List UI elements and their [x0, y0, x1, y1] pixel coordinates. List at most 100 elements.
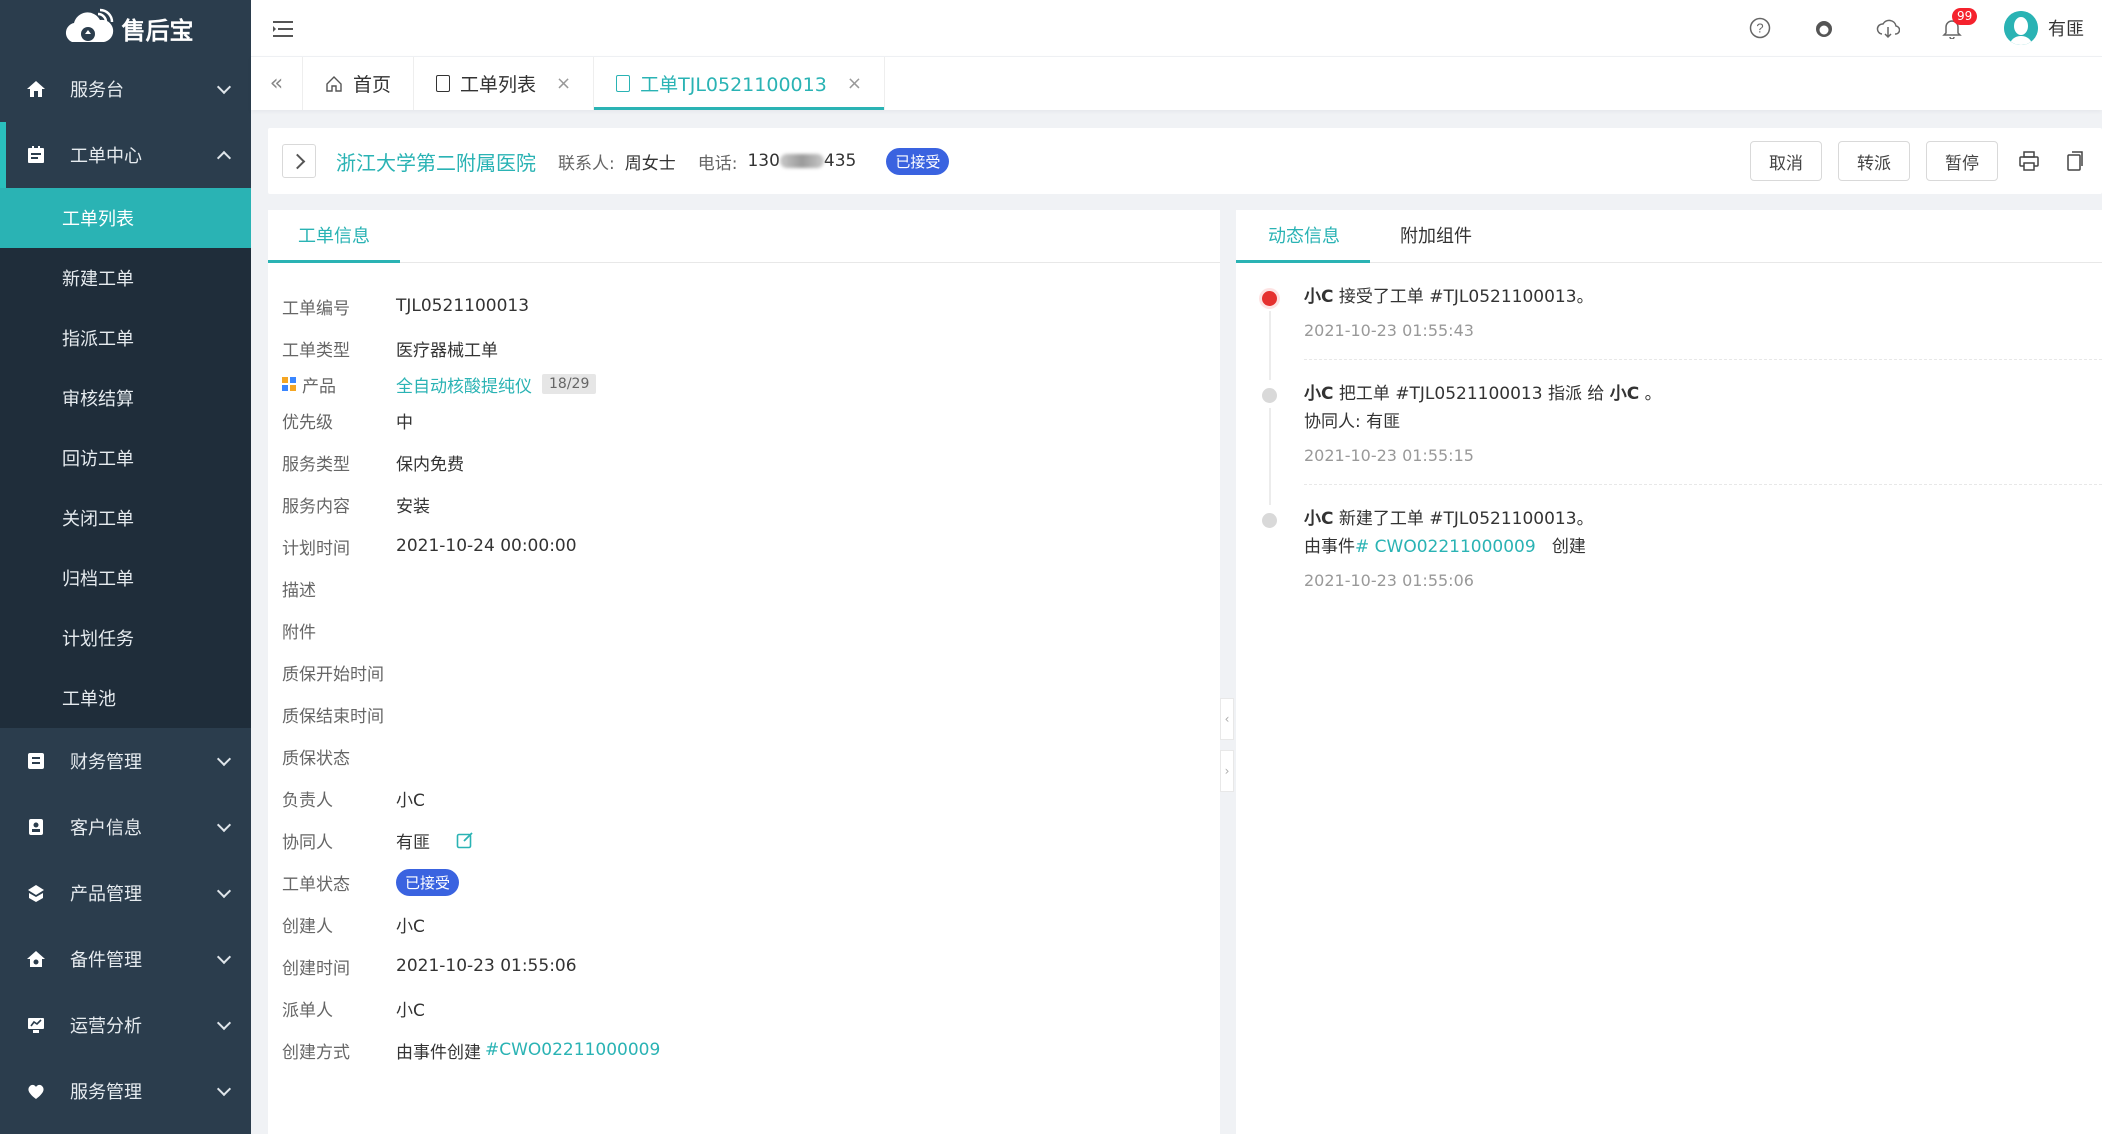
info-tabs: 工单信息 [268, 210, 1220, 263]
timeline-dot [1262, 388, 1277, 403]
support-agent-icon[interactable] [1812, 16, 1836, 40]
timeline-sub: 由事件# CWO02211000009 创建 [1304, 533, 2102, 561]
field-value: 小C [396, 1000, 425, 1021]
ticket-fields: 工单编号 TJL0521100013 工单类型 医疗器械工单 产品 全自动核酸提… [268, 263, 1220, 1071]
timeline-text: 小C 把工单 #TJL0521100013 指派 给 小C 。 [1304, 380, 2102, 408]
transfer-button[interactable]: 转派 [1838, 141, 1910, 181]
tab-ticket-list[interactable]: 工单列表 × [414, 57, 595, 110]
sub-item-review-settlement[interactable]: 审核结算 [0, 368, 251, 428]
nav-service-management[interactable]: 服务管理 [0, 1058, 251, 1124]
chevron-down-icon [216, 751, 232, 767]
field-row-warranty-start: 质保开始时间 [268, 651, 1220, 693]
timeline-actor: 小C [1304, 509, 1334, 529]
chevron-down-icon [216, 79, 232, 95]
activity-tabs: 动态信息 附加组件 [1236, 210, 2102, 263]
nav-analytics[interactable]: 运营分析 [0, 992, 251, 1058]
sub-item-revisit-ticket[interactable]: 回访工单 [0, 428, 251, 488]
nav-label: 服务台 [70, 80, 124, 101]
timeline-tail: 。 [1639, 384, 1662, 404]
sub-item-ticket-pool[interactable]: 工单池 [0, 668, 251, 728]
chevron-down-icon [216, 949, 232, 965]
phone-number: 130 435 [747, 151, 856, 171]
chevron-down-icon [216, 883, 232, 899]
field-value: TJL0521100013 [396, 296, 530, 316]
field-label: 工单类型 [282, 340, 350, 361]
timeline-dot [1262, 513, 1277, 528]
expand-button[interactable] [282, 144, 316, 178]
tab-home[interactable]: 首页 [303, 57, 415, 110]
timeline-event-link[interactable]: # CWO02211000009 [1355, 537, 1536, 557]
activity-panel: 动态信息 附加组件 小C 接受了工单 #TJL0521100013。 2021-… [1236, 210, 2102, 1134]
nav-parts[interactable]: 备件管理 [0, 926, 251, 992]
nav-finance[interactable]: 财务管理 [0, 728, 251, 794]
header-actions: 取消 转派 暂停 [1750, 128, 2090, 194]
status-badge: 已接受 [886, 147, 950, 175]
page-tabs: « 首页 工单列表 × 工单TJL0521100013 × [251, 56, 2102, 110]
tab-addons[interactable]: 附加组件 [1370, 222, 1502, 262]
field-label: 创建人 [282, 916, 333, 937]
sub-item-planned-task[interactable]: 计划任务 [0, 608, 251, 668]
sub-item-close-ticket[interactable]: 关闭工单 [0, 488, 251, 548]
sidebar: 售后宝 服务台 工单中心 工单列表 新建工单 指派工单 审核结算 回访工单 关闭… [0, 0, 251, 1134]
timeline-time: 2021-10-23 01:55:43 [1304, 321, 1474, 340]
field-row-owner: 负责人 小C [268, 777, 1220, 819]
timeline-time: 2021-10-23 01:55:15 [1304, 446, 1474, 465]
home-outline-icon [326, 75, 342, 92]
user-menu[interactable]: 有匪 [2004, 11, 2084, 45]
tab-label: 首页 [353, 74, 392, 96]
timeline-item: 小C 把工单 #TJL0521100013 指派 给 小C 。 协同人: 有匪 … [1262, 380, 2102, 505]
tab-activity[interactable]: 动态信息 [1236, 222, 1370, 263]
sub-item-ticket-list[interactable]: 工单列表 [0, 188, 251, 248]
copy-icon[interactable] [2060, 146, 2090, 176]
user-name: 有匪 [2048, 19, 2084, 40]
event-link[interactable]: #CWO02211000009 [485, 1040, 660, 1060]
timeline-line [1269, 311, 1271, 380]
sub-item-assign-ticket[interactable]: 指派工单 [0, 308, 251, 368]
tabs-scroll-left-icon[interactable]: « [251, 57, 303, 110]
field-row-creator: 创建人 小C [268, 903, 1220, 945]
nav-label: 备件管理 [70, 950, 142, 971]
field-label: 创建时间 [282, 958, 350, 979]
timeline-actor: 小C [1304, 384, 1334, 404]
field-row-plan-time: 计划时间 2021-10-24 00:00:00 [268, 525, 1220, 567]
collapse-left-icon[interactable]: ‹ [1220, 698, 1234, 740]
collapse-right-icon[interactable]: › [1220, 750, 1234, 792]
timeline-time: 2021-10-23 01:55:06 [1304, 571, 1474, 590]
nav-label: 工单中心 [70, 146, 142, 167]
notification-bell-icon[interactable]: 99 [1940, 8, 1978, 40]
create-method-text: 由事件创建 [396, 1042, 481, 1063]
close-icon[interactable]: × [847, 73, 862, 94]
field-row-create-method: 创建方式 由事件创建 #CWO02211000009 [268, 1029, 1220, 1071]
tab-ticket-detail[interactable]: 工单TJL0521100013 × [594, 57, 885, 110]
field-label: 质保开始时间 [282, 664, 384, 685]
collaborator-name: 有匪 [396, 832, 430, 853]
finance-icon [26, 751, 46, 771]
nav-service-desk[interactable]: 服务台 [0, 56, 251, 122]
product-link[interactable]: 全自动核酸提纯仪 [396, 372, 532, 397]
nav-customer[interactable]: 客户信息 [0, 794, 251, 860]
cloud-download-icon[interactable] [1876, 16, 1900, 40]
close-icon[interactable]: × [556, 73, 571, 94]
sub-item-archive-ticket[interactable]: 归档工单 [0, 548, 251, 608]
sub-item-new-ticket[interactable]: 新建工单 [0, 248, 251, 308]
nav-ticket-center[interactable]: 工单中心 [0, 122, 251, 188]
field-label: 服务类型 [282, 454, 350, 475]
cancel-button[interactable]: 取消 [1750, 141, 1822, 181]
cloud-logo-icon [65, 8, 113, 42]
logo[interactable]: 售后宝 [0, 0, 251, 56]
nav-product[interactable]: 产品管理 [0, 860, 251, 926]
ticket-header: 浙江大学第二附属医院 联系人: 周女士 电话: 130 435 已接受 取消 转派… [268, 128, 2102, 194]
menu-collapse-icon[interactable] [273, 20, 295, 37]
phone-label: 电话: [697, 153, 738, 174]
pause-button[interactable]: 暂停 [1926, 141, 1998, 181]
field-label: 质保状态 [282, 748, 350, 769]
print-icon[interactable] [2014, 146, 2044, 176]
field-row-created-at: 创建时间 2021-10-23 01:55:06 [268, 945, 1220, 987]
help-icon[interactable]: ? [1748, 16, 1772, 40]
customer-name-link[interactable]: 浙江大学第二附属医院 [336, 147, 536, 176]
edit-icon[interactable] [456, 831, 474, 849]
timeline-message: 新建了工单 #TJL0521100013。 [1333, 509, 1594, 529]
field-label: 服务内容 [282, 496, 350, 517]
field-value: 中 [396, 412, 413, 433]
tab-ticket-info[interactable]: 工单信息 [268, 222, 400, 263]
